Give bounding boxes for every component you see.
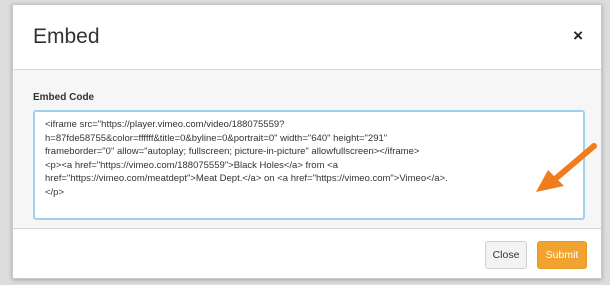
embed-code-label: Embed Code	[33, 92, 95, 103]
close-icon[interactable]: ×	[573, 26, 583, 46]
arrow-icon	[536, 143, 597, 192]
embed-code-textarea[interactable]: <iframe src="https://player.vimeo.com/vi…	[33, 110, 585, 220]
dialog-header: Embed ×	[13, 5, 601, 70]
embed-dialog: Embed × Embed Code <iframe src="https://…	[12, 4, 602, 279]
dialog-footer: Close Submit	[13, 229, 601, 281]
dialog-title: Embed	[33, 25, 100, 48]
close-button[interactable]: Close	[485, 241, 527, 269]
dialog-body: Embed Code <iframe src="https://player.v…	[13, 70, 601, 229]
submit-button[interactable]: Submit	[537, 241, 587, 269]
